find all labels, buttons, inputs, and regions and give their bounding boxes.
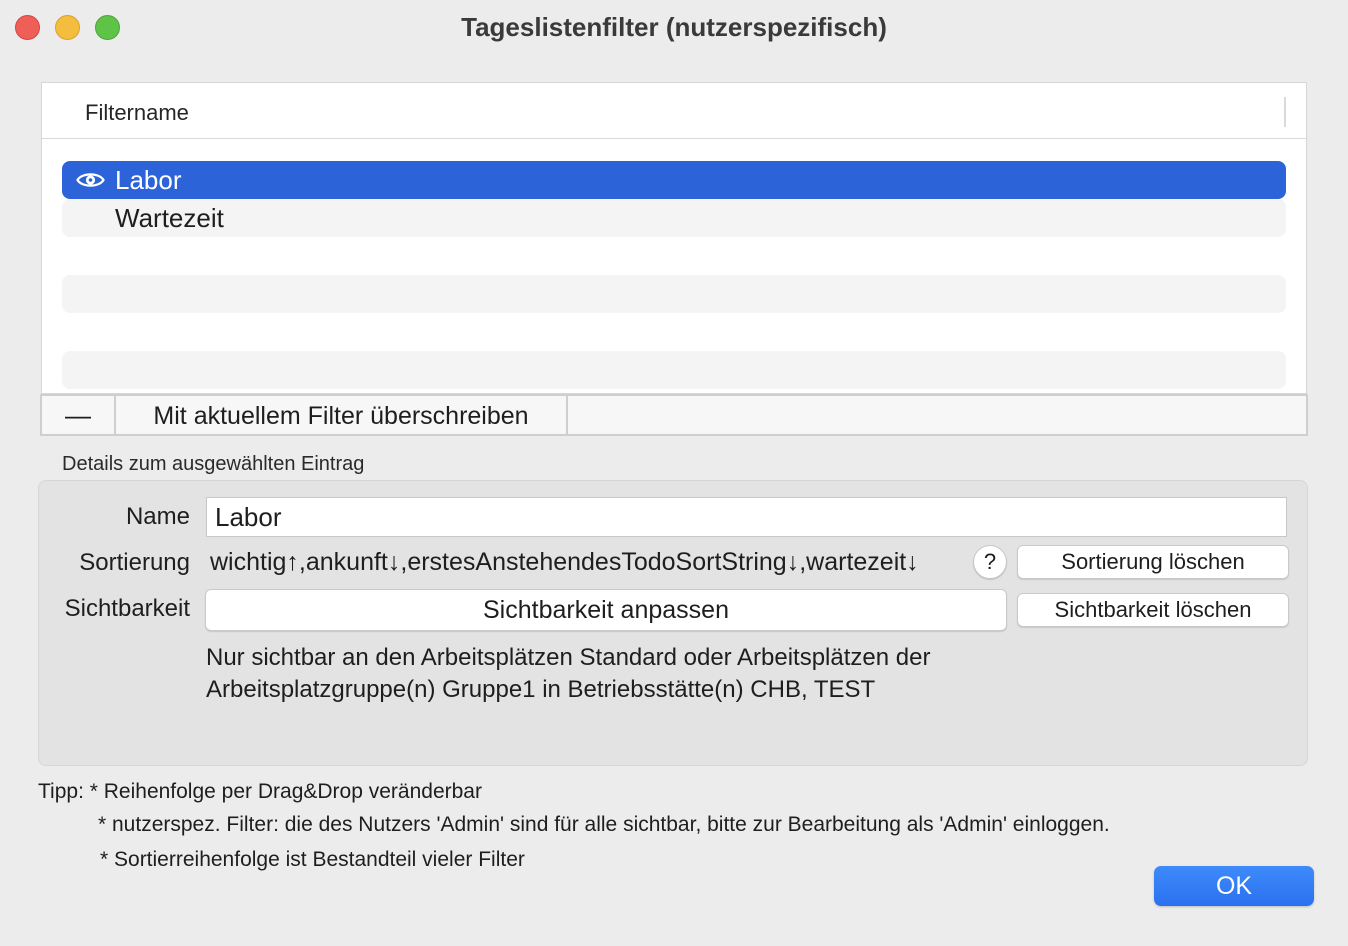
adjust-visibility-button[interactable]: Sichtbarkeit anpassen [205, 589, 1007, 631]
window-title: Tageslistenfilter (nutzerspezifisch) [461, 12, 887, 42]
column-separator[interactable] [1284, 97, 1286, 127]
sort-value: wichtig↑,ankunft↓,erstesAnstehendesTodoS… [210, 548, 919, 576]
name-label: Name [125, 503, 190, 530]
table-toolbar: — Mit aktuellem Filter überschreiben [40, 394, 1308, 436]
details-caption: Details zum ausgewählten Eintrag [62, 453, 365, 475]
help-button[interactable]: ? [973, 545, 1007, 579]
empty-row [62, 351, 1286, 389]
overwrite-with-current-filter-button[interactable]: Mit aktuellem Filter überschreiben [116, 396, 568, 434]
visibility-description-line1: Nur sichtbar an den Arbeitsplätzen Stand… [206, 644, 931, 671]
tip-line-3: * Sortierreihenfolge ist Bestandteil vie… [100, 848, 525, 871]
row-label: Labor [115, 165, 182, 195]
sort-label: Sortierung [79, 549, 190, 576]
table-row-labor[interactable]: Labor [62, 161, 1286, 199]
empty-row [62, 275, 1286, 313]
visibility-description-line2: Arbeitsplatzgruppe(n) Gruppe1 in Betrieb… [206, 676, 876, 703]
empty-row [62, 237, 1286, 275]
ok-button[interactable]: OK [1154, 866, 1314, 906]
tip-line-2: * nutzerspez. Filter: die des Nutzers 'A… [98, 813, 1110, 836]
table-header: Filtername [42, 83, 1306, 139]
empty-row [62, 313, 1286, 351]
row-label: Wartezeit [115, 203, 224, 233]
name-input[interactable] [206, 497, 1287, 537]
table-row-wartezeit[interactable]: Wartezeit [62, 199, 1286, 237]
column-header-filtername[interactable]: Filtername [85, 100, 189, 126]
clear-sort-button[interactable]: Sortierung löschen [1017, 545, 1289, 579]
clear-visibility-button[interactable]: Sichtbarkeit löschen [1017, 593, 1289, 627]
eye-icon [76, 173, 105, 187]
visibility-description: Nur sichtbar an den Arbeitsplätzen Stand… [206, 642, 1206, 706]
visibility-label: Sichtbarkeit [64, 595, 190, 622]
tip-line-1: Tipp: * Reihenfolge per Drag&Drop veränd… [38, 780, 482, 803]
remove-filter-button[interactable]: — [42, 396, 116, 434]
filter-table: Filtername Labor Wartezeit [41, 82, 1307, 394]
